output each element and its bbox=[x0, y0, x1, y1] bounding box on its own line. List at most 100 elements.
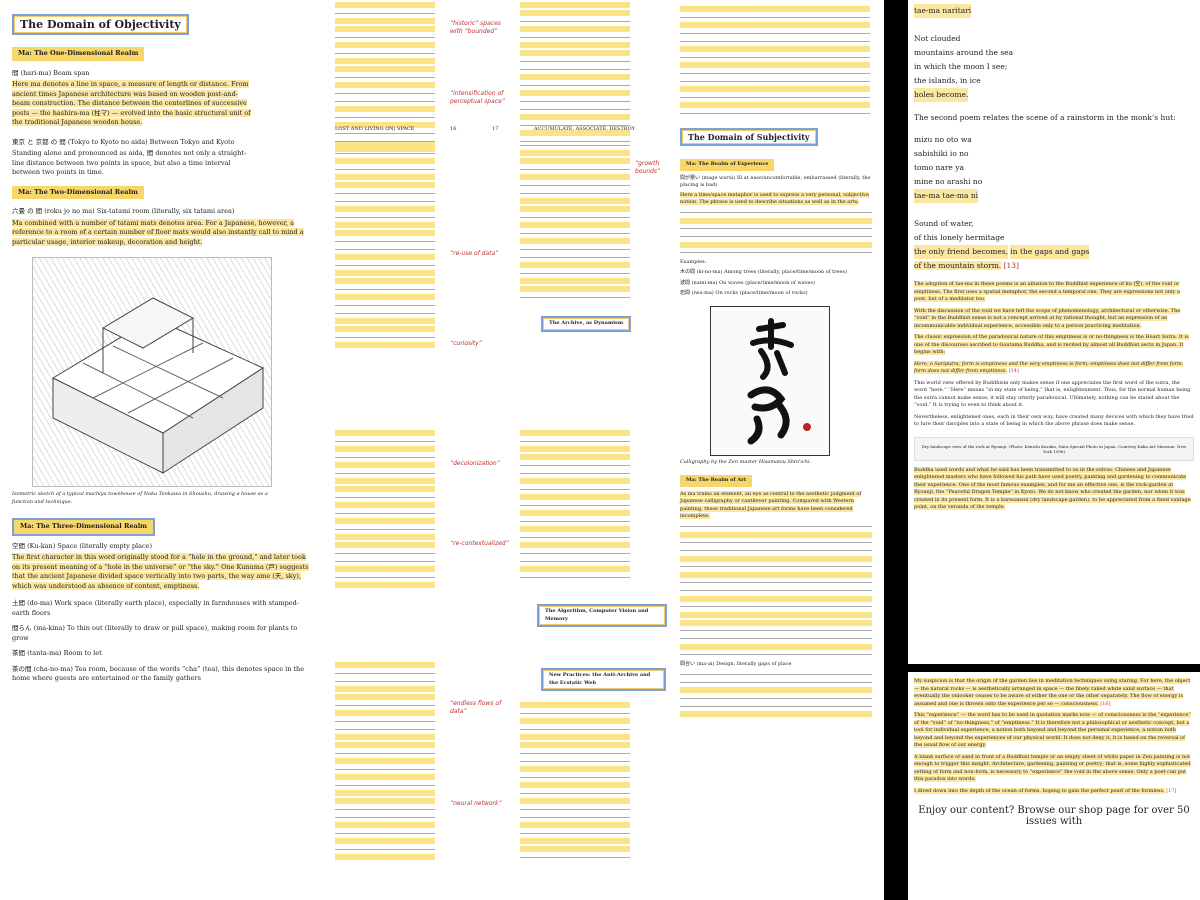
column-left-mid bbox=[335, 140, 435, 350]
subsection-heading: Ma: The One-Dimensional Realm bbox=[12, 47, 145, 61]
section-title: The Domain of Subjectivity bbox=[680, 128, 818, 146]
margin-note: “historic” spaces with “bounded” bbox=[450, 20, 501, 35]
footnote-ref[interactable]: [14] bbox=[1009, 368, 1019, 374]
example-item: 岩間 (iwa-ma) On rocks (place/time/moon of… bbox=[680, 290, 808, 296]
poem-two: mizu no oto wa sabishiki io no tomo nare… bbox=[914, 133, 1194, 273]
body-text-block bbox=[680, 671, 872, 717]
poem-line: tomo nare ya bbox=[914, 163, 964, 172]
subsection-heading: Ma: The Two-Dimensional Realm bbox=[12, 185, 144, 199]
figure-caption: Calligraphy by the Zen master Hisamatsu … bbox=[680, 458, 812, 465]
margin-note: “neural network” bbox=[450, 800, 502, 807]
column-left-lower bbox=[335, 428, 435, 590]
paragraph: The adoption of tae-ma in these poems is… bbox=[914, 281, 1194, 304]
page-number-left: 16 bbox=[450, 126, 457, 132]
body-text-block bbox=[680, 209, 872, 256]
poem-line bbox=[914, 203, 1194, 217]
paragraph: My suspicion is that the origin of the g… bbox=[914, 678, 1194, 708]
subsection-heading: Ma: The Realm of Experience bbox=[680, 159, 775, 171]
isometric-house-illustration bbox=[32, 257, 272, 487]
term-definition: 東京 と 京都 の 間 (Tokyo to Kyoto no aida) Bet… bbox=[12, 137, 235, 146]
margin-note: “growth bounds” bbox=[635, 160, 661, 175]
poem-one: tae-ma naritari Not clouded mountains ar… bbox=[914, 4, 1194, 102]
subheading-algorithm-vision: The Algorithm, Computer Vision and Memor… bbox=[537, 604, 667, 627]
rock-garden-image-strip: Dry landscape view of the rock at Ryoanj… bbox=[914, 436, 1194, 461]
body-text-block bbox=[680, 523, 872, 658]
article-page-subjectivity: The Domain of Subjectivity Ma: The Realm… bbox=[672, 0, 880, 900]
calligraphy-brush-strokes bbox=[747, 317, 811, 444]
poem-line bbox=[914, 18, 1194, 32]
margin-note: “intensification of perceptual space” bbox=[450, 90, 505, 105]
paragraph-text: The first character in this word origina… bbox=[12, 553, 309, 590]
poem-line: tae-ma tae-ma ni bbox=[914, 189, 979, 203]
paragraph: The second poem relates the scene of a r… bbox=[914, 113, 1176, 122]
margin-note: “curiosity” bbox=[450, 340, 482, 347]
term-definition: 間 (hari-ma) Beam span bbox=[12, 68, 90, 77]
section-title: The Domain of Objectivity bbox=[12, 14, 189, 35]
term-definition: 空間 (Ku-kan) Space (literally empty place… bbox=[12, 541, 153, 550]
paragraph-text: The classic expression of the paradoxica… bbox=[914, 334, 1189, 355]
promo-text[interactable]: Enjoy our content? Browse our shop page … bbox=[914, 805, 1194, 827]
footer-left-label: LOST AND LIVING (IN) SPACE bbox=[335, 126, 415, 132]
paragraph-text: I dived down into the depth of the ocean… bbox=[914, 787, 1165, 794]
paragraph: Buddha used words and what he said has b… bbox=[914, 466, 1194, 512]
paragraph: I dived down into the depth of the ocean… bbox=[914, 787, 1194, 796]
article-page-objectivity: The Domain of Objectivity Ma: The One-Di… bbox=[0, 0, 325, 900]
margin-note: “re-contextualized” bbox=[450, 540, 509, 547]
column-right-lower bbox=[520, 428, 630, 582]
footer-right-label: ACCUMULATE, ASSOCIATE, DESTROY bbox=[533, 126, 635, 132]
subsection-heading: Ma: The Realm of Art bbox=[680, 475, 753, 487]
margin-note: “re-use of data” bbox=[450, 250, 499, 257]
term-definition: 六畳 の 間 (roku jo no ma) Six-tatami room (… bbox=[12, 207, 235, 215]
poem-line: mizu no oto wa bbox=[914, 135, 972, 144]
term-definition: 茶間 (tanta-ma) Room to let bbox=[12, 649, 102, 657]
paragraph: A blank surface of sand in front of a Bu… bbox=[914, 753, 1194, 784]
top-text-block bbox=[680, 6, 870, 116]
paragraph: Ma combined with a number of tatami mats… bbox=[12, 218, 312, 248]
page-footer-1: LOST AND LIVING (IN) SPACE 16 17 ACCUMUL… bbox=[335, 126, 635, 134]
subheading-archive-dynamism: The Archive, as Dynamism bbox=[541, 316, 632, 332]
article-page-void: tae-ma naritari Not clouded mountains ar… bbox=[908, 0, 1200, 664]
paragraph-text: As ma trains an element, an eye as centr… bbox=[680, 490, 862, 519]
gutter bbox=[884, 0, 908, 900]
paragraph-text: With the discussion of the void we have … bbox=[914, 307, 1181, 329]
paragraph: The first character in this word origina… bbox=[12, 553, 312, 591]
poem-line-text: of the mountain storm. bbox=[914, 261, 1002, 270]
paragraph: This world view offered by Buddhism only… bbox=[914, 379, 1191, 409]
column-right-mid bbox=[520, 140, 630, 302]
margin-note: “endless flows of data” bbox=[450, 700, 502, 715]
term-definition: 茶の間 (cha-no-ma) Tea room, because of the… bbox=[12, 664, 305, 683]
paragraph: Here a time/space metaphor is used to ex… bbox=[680, 191, 872, 207]
poem-line: of the mountain storm. [13] bbox=[914, 259, 1194, 273]
paragraph: Nevertheless, enlightened ones, each in … bbox=[914, 413, 1194, 428]
paragraph-text: Buddha used words and what he said has b… bbox=[914, 466, 1191, 510]
term-definition: 間合い (ma-ai) Design, literally gaps of pl… bbox=[680, 660, 792, 667]
term-definition: 間らん (ma-kina) To thin out (literally to … bbox=[12, 624, 298, 642]
calligraphy-image bbox=[710, 305, 830, 456]
paragraph: Standing alone and pronounced as aida, 間… bbox=[12, 149, 247, 176]
example-item: 木の間 (ki-no-ma) Among trees (literally, p… bbox=[680, 269, 847, 275]
article-page-garden: My suspicion is that the origin of the g… bbox=[908, 672, 1200, 900]
sutra-quote: Here, o Sariputra, form is emptiness and… bbox=[914, 360, 1194, 376]
footnote-ref[interactable]: [16] bbox=[1100, 701, 1110, 707]
paragraph-text: My suspicion is that the origin of the g… bbox=[914, 678, 1191, 707]
poem-line: Sound of water, bbox=[914, 219, 974, 228]
paragraph: The classic expression of the paradoxica… bbox=[914, 334, 1194, 357]
paragraph-text: Here a time/space metaphor is used to ex… bbox=[680, 191, 869, 205]
paragraph: With the discussion of the void we have … bbox=[914, 307, 1194, 331]
poem-line: mine no arashi no bbox=[914, 177, 983, 186]
quote-text: Here, o Sariputra, form is emptiness and… bbox=[914, 360, 1184, 374]
poem-line: of this lonely hermitage bbox=[914, 233, 1005, 242]
page-number-right: 17 bbox=[492, 126, 499, 132]
column-left-bottom bbox=[335, 660, 435, 862]
footnote-ref[interactable]: [17] bbox=[1166, 788, 1176, 794]
poem-line: Not clouded bbox=[914, 34, 961, 43]
paragraph-text: The adoption of tae-ma in these poems is… bbox=[914, 281, 1181, 302]
gutter bbox=[908, 664, 1200, 672]
example-item: 波間 (nami-ma) On waves (place/time/moon o… bbox=[680, 279, 815, 286]
footnote-ref[interactable]: [13] bbox=[1004, 261, 1019, 270]
article-spread-page: LOST AND LIVING (IN) SPACE 16 17 ACCUMUL… bbox=[275, 0, 670, 900]
poem-line: mountains around the sea bbox=[914, 48, 1014, 57]
poem-line: the only friend becomes, bbox=[914, 245, 1008, 259]
examples-label: Examples: bbox=[680, 258, 707, 265]
figure-caption: Dry landscape view of the rock at Ryoanj… bbox=[921, 443, 1187, 454]
